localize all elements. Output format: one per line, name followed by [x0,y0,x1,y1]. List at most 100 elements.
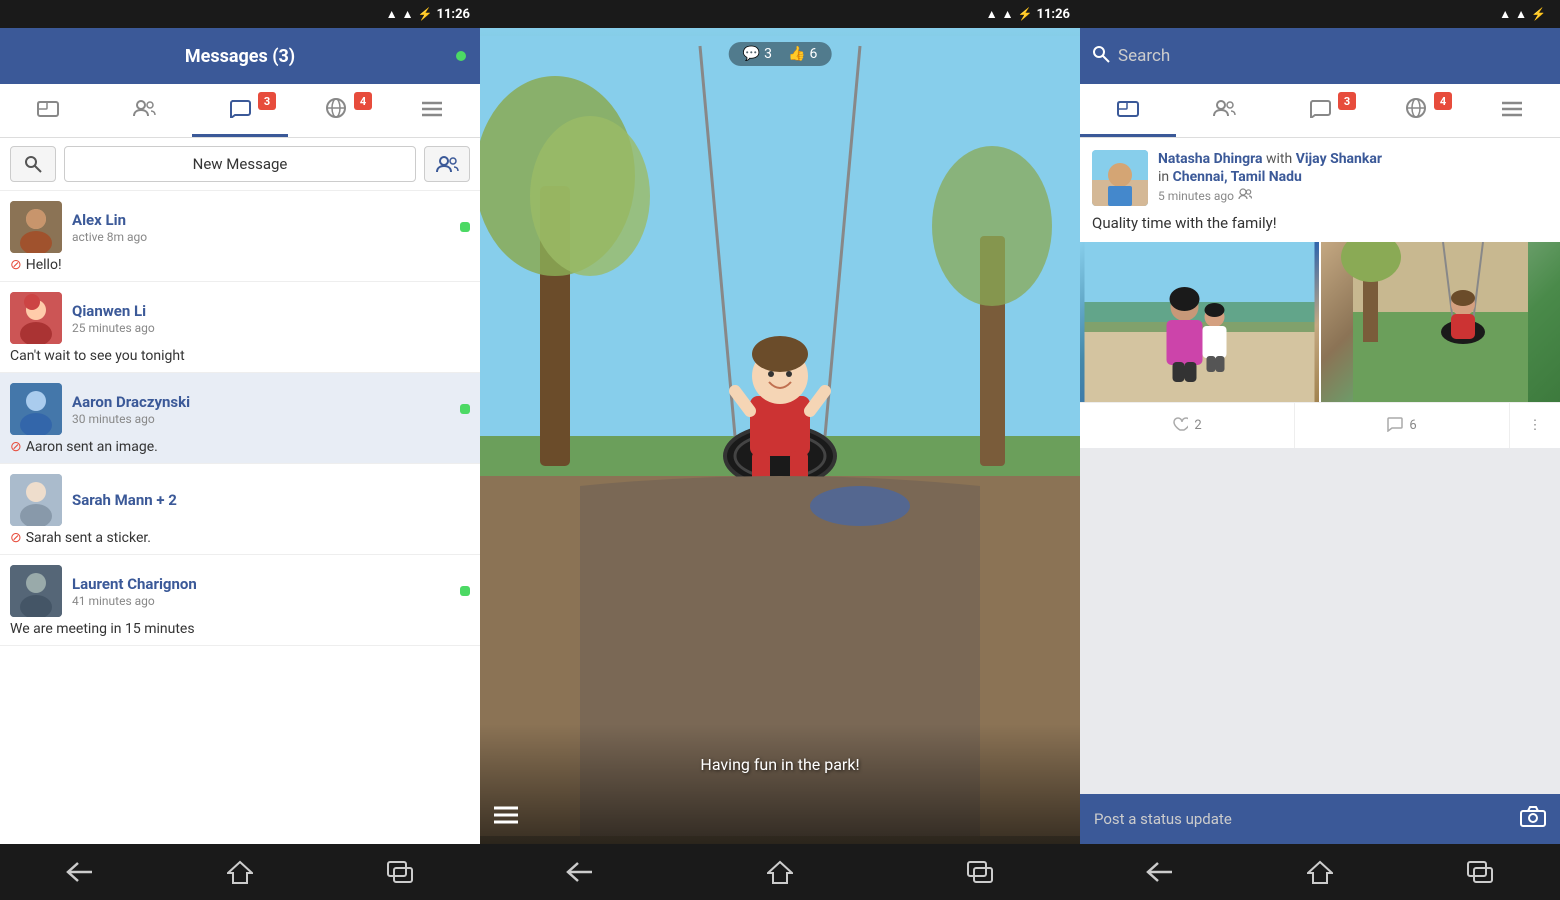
search-placeholder-right[interactable]: Search [1118,46,1548,66]
comment-count-post: 6 [1409,418,1416,433]
message-item-sarah[interactable]: Sarah Mann + 2 ⊘ Sarah sent a sticker. [0,464,480,555]
status-icons-left: ▲ ▲ ⚡ 11:26 [386,7,470,22]
message-info-aaron: Aaron Draczynski 30 minutes ago [72,393,450,426]
post-header: Natasha Dhingra with Vijay Shankar in Ch… [1080,138,1560,214]
messages-title: Messages (3) [185,46,295,67]
menu-icon-right [1501,99,1523,123]
status-bar-left: ▲ ▲ ⚡ 11:26 [0,0,480,28]
photo-caption: Having fun in the park! [480,755,1080,774]
status-time-left: 11:26 [437,7,471,22]
post-card: Natasha Dhingra with Vijay Shankar in Ch… [1080,138,1560,448]
battery-icon-right: ⚡ [1531,7,1546,21]
group-message-button[interactable] [424,146,470,182]
messages-icon-right [1309,98,1331,123]
message-info-laurent: Laurent Charignon 41 minutes ago [72,575,450,608]
tab-messages-left[interactable]: 3 [192,84,288,137]
post-image-right[interactable] [1321,242,1560,402]
messages-toolbar: New Message [0,138,480,191]
tab-menu-left[interactable] [384,84,480,137]
message-name-qianwen: Qianwen Li [72,302,470,320]
online-status-laurent [460,586,470,596]
online-status-alex [460,222,470,232]
like-action[interactable]: 2 [1080,403,1295,448]
photo-panel: ▲ ▲ ⚡ 11:26 [480,0,1080,900]
comment-action[interactable]: 6 [1295,403,1510,448]
search-messages-button[interactable] [10,146,56,182]
recents-button-middle[interactable] [950,852,1010,892]
signal-icon-mid: ▲ [1002,7,1014,21]
message-item-qianwen-li[interactable]: Qianwen Li 25 minutes ago Can't wait to … [0,282,480,373]
globe-icon-right [1405,97,1427,124]
message-preview-qianwen: Can't wait to see you tonight [10,348,470,364]
recents-button-left[interactable] [370,852,430,892]
message-name-aaron: Aaron Draczynski [72,393,450,411]
comment-stat: 💬 3 [743,46,772,62]
photo-menu-button[interactable] [494,805,518,830]
status-placeholder[interactable]: Post a status update [1094,810,1510,828]
home-button-middle[interactable] [750,852,810,892]
message-info-qianwen: Qianwen Li 25 minutes ago [72,302,470,335]
battery-icon-mid: ⚡ [1018,7,1033,21]
message-preview-laurent: We are meeting in 15 minutes [10,621,470,637]
back-button-left[interactable] [50,852,110,892]
globe-badge-left: 4 [354,92,372,110]
tab-menu-right[interactable] [1464,84,1560,137]
tab-home-right[interactable] [1080,84,1176,137]
message-item-laurent[interactable]: Laurent Charignon 41 minutes ago We are … [0,555,480,646]
home-button-left[interactable] [210,852,270,892]
like-count-post: 2 [1194,418,1201,433]
swing-scene [480,28,1080,844]
tab-globe-left[interactable]: 4 [288,84,384,137]
status-bar-middle: ▲ ▲ ⚡ 11:26 [480,0,1080,28]
photo-gradient [480,724,1080,844]
tab-friends-right[interactable] [1176,84,1272,137]
messages-badge-left: 3 [258,92,276,110]
message-item-alex-lin[interactable]: Alex Lin active 8m ago ⊘ Hello! [0,191,480,282]
online-indicator [456,51,466,61]
wifi-icon-mid: ▲ [986,7,998,21]
message-name-laurent: Laurent Charignon [72,575,450,593]
tab-messages-right[interactable]: 3 [1272,84,1368,137]
avatar-aaron [10,383,62,435]
tab-friends-left[interactable] [96,84,192,137]
new-message-label: New Message [193,155,288,173]
post-image-left[interactable] [1080,242,1319,402]
wifi-icon: ▲ [386,7,398,21]
avatar-sarah [10,474,62,526]
online-status-aaron [460,404,470,414]
camera-icon-right[interactable] [1520,805,1546,833]
like-count: 6 [809,46,817,62]
in-text: in [1158,169,1173,185]
signal-icon-right: ▲ [1515,7,1527,21]
like-stat: 👍 6 [788,46,817,62]
message-name-alex: Alex Lin [72,211,450,229]
messages-header: Messages (3) [0,28,480,84]
avatar-laurent [10,565,62,617]
comment-count: 3 [764,46,772,62]
back-button-right[interactable] [1130,852,1190,892]
post-text: Quality time with the family! [1080,214,1560,242]
like-icon-post [1172,416,1188,436]
news-feed: Natasha Dhingra with Vijay Shankar in Ch… [1080,138,1560,794]
error-icon-aaron: ⊘ [10,439,22,455]
message-preview-aaron: ⊘ Aaron sent an image. [10,439,470,455]
tagged-person: Vijay Shankar [1296,151,1382,167]
tab-home-left[interactable] [0,84,96,137]
post-time: 5 minutes ago [1158,189,1234,203]
warning-icon-sarah: ⊘ [10,530,22,546]
post-avatar[interactable] [1092,150,1148,206]
home-button-right[interactable] [1290,852,1350,892]
newsfeed-panel: ▲ ▲ ⚡ Search 3 [1080,0,1560,900]
more-icon: ⋮ [1529,418,1542,433]
left-nav-tabs: 3 4 [0,84,480,138]
message-item-aaron[interactable]: Aaron Draczynski 30 minutes ago ⊘ Aaron … [0,373,480,464]
recents-button-right[interactable] [1450,852,1510,892]
search-header-right: Search [1080,28,1560,84]
tab-globe-right[interactable]: 4 [1368,84,1464,137]
photo-fullscreen[interactable]: 💬 3 👍 6 Having fun in the park! [480,28,1080,844]
more-action[interactable]: ⋮ [1510,403,1560,448]
status-time-middle: 11:26 [1037,7,1071,22]
back-button-middle[interactable] [550,852,610,892]
like-icon: 👍 [788,46,805,62]
new-message-button[interactable]: New Message [64,146,416,182]
